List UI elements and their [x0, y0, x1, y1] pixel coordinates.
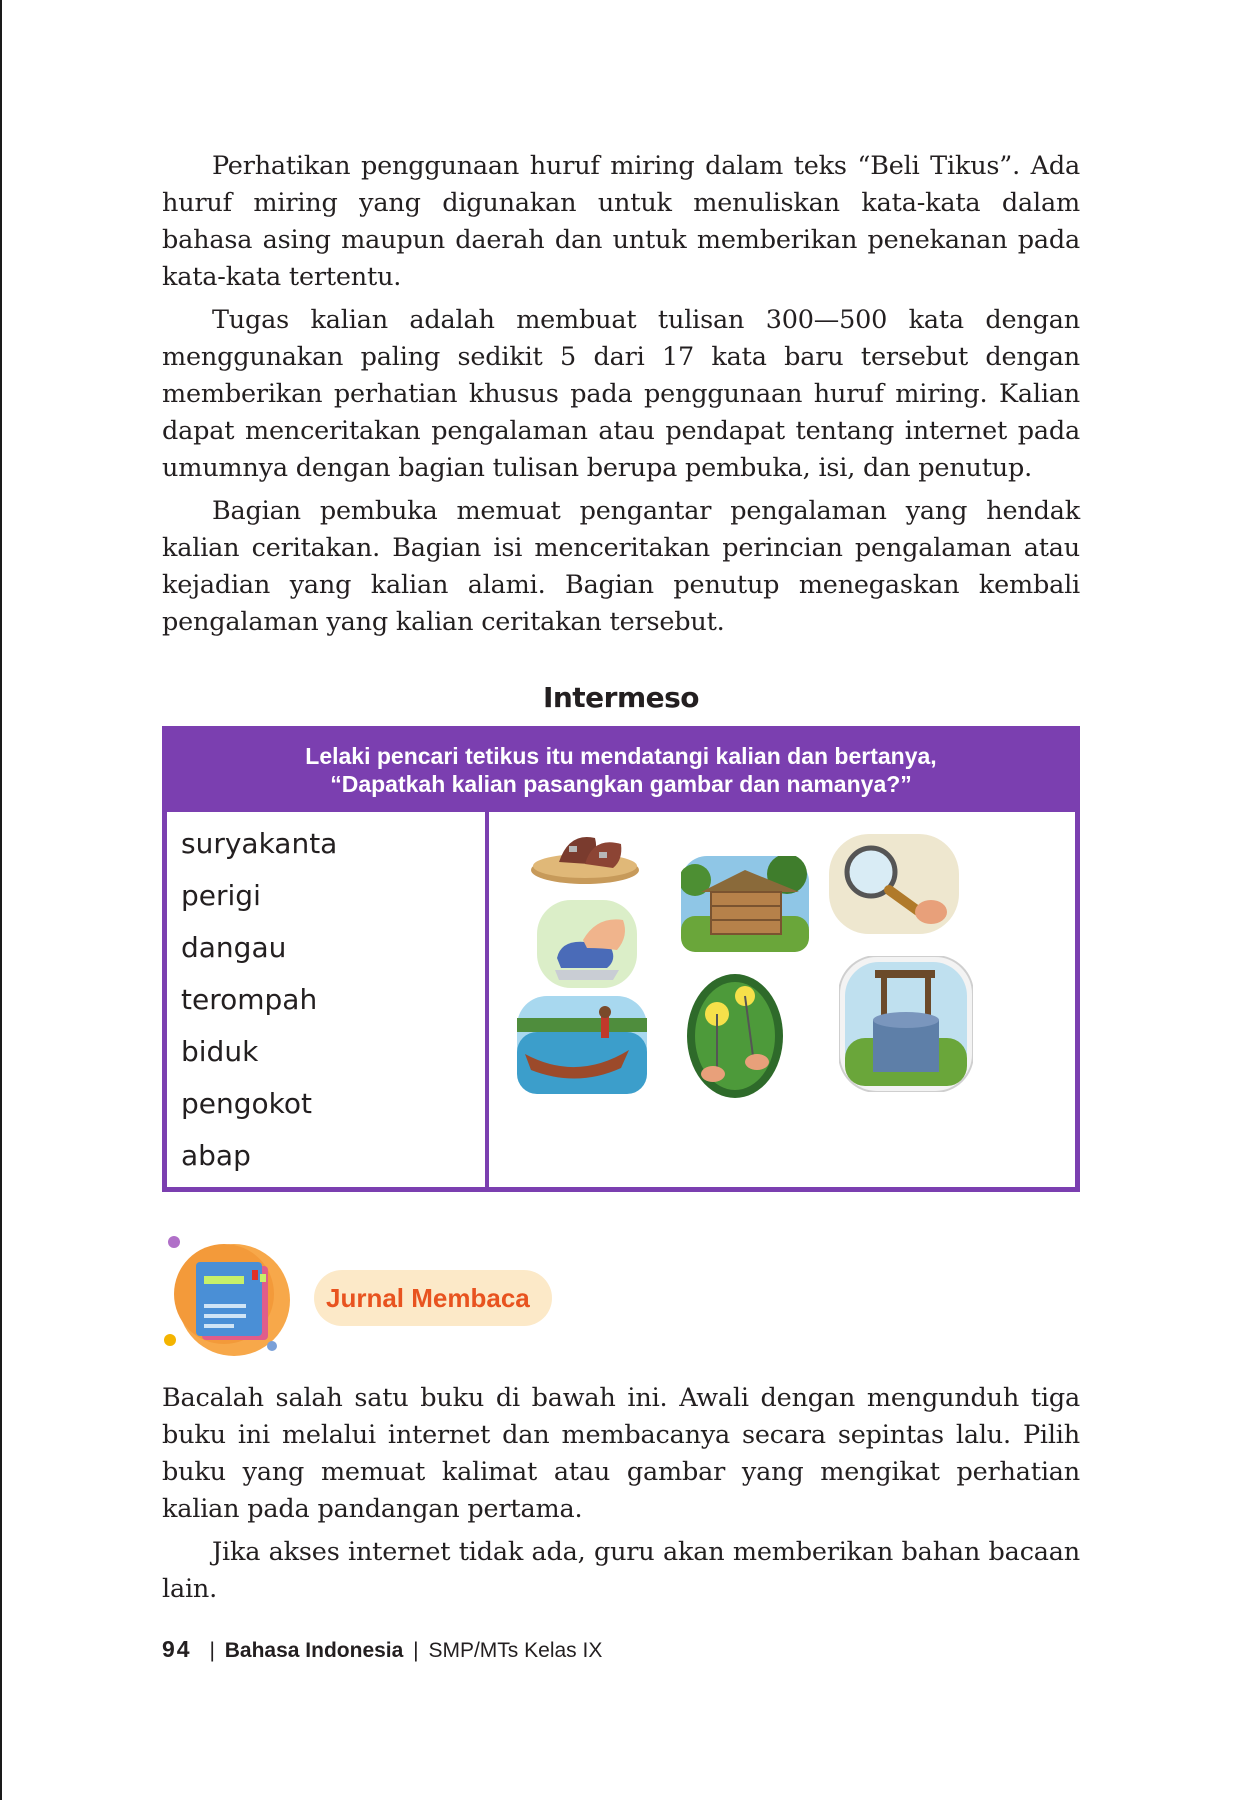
word-item: pengokot	[181, 1087, 312, 1120]
paragraph-3: Bagian pembuka memuat pengantar pengalam…	[162, 496, 1080, 637]
word-item: biduk	[181, 1035, 259, 1068]
page-content: Perhatikan penggunaan huruf miring dalam…	[162, 148, 1080, 1614]
sandal-picture	[531, 837, 639, 884]
jurnal-paragraph-2: Jika akses internet tidak ada, guru akan…	[162, 1537, 1080, 1604]
intermeso-box: Lelaki pencari tetikus itu mendatangi ka…	[162, 726, 1080, 1192]
jurnal-membaca-label: Jurnal Membaca	[314, 1270, 552, 1326]
intermeso-prompt-line-1: Lelaki pencari tetikus itu mendatangi ka…	[305, 743, 937, 769]
word-item: abap	[181, 1139, 251, 1172]
word-list: suryakanta perigi dangau terompah biduk …	[167, 812, 489, 1187]
paragraph-2: Tugas kalian adalah membuat tulisan 300—…	[162, 305, 1080, 483]
intermeso-prompt-line-2: “Dapatkah kalian pasangkan gambar dan na…	[330, 771, 912, 797]
word-item: perigi	[181, 879, 261, 912]
hut-picture	[681, 856, 809, 952]
sparkler-picture	[687, 974, 783, 1098]
footer-separator: |	[413, 1639, 419, 1662]
word-item: terompah	[181, 983, 318, 1016]
magnifier-picture	[829, 834, 959, 934]
intermeso-title: Intermeso	[542, 681, 700, 714]
page-edge-line	[0, 0, 2, 1800]
word-item: dangau	[181, 931, 287, 964]
page-footer: 94 | Bahasa Indonesia | SMP/MTs Kelas IX	[162, 1636, 602, 1663]
well-picture	[839, 956, 973, 1092]
jurnal-membaca-header: Jurnal Membaca	[162, 1230, 1080, 1380]
book-level: SMP/MTs Kelas IX	[428, 1639, 603, 1662]
paragraph-1: Perhatikan penggunaan huruf miring dalam…	[162, 151, 1080, 292]
word-item: suryakanta	[181, 827, 338, 860]
book-title: Bahasa Indonesia	[224, 1639, 404, 1662]
intermeso-prompt: Lelaki pencari tetikus itu mendatangi ka…	[167, 731, 1075, 812]
intermeso-body: suryakanta perigi dangau terompah biduk …	[167, 812, 1075, 1187]
book-icon	[164, 1236, 290, 1356]
page-number: 94	[162, 1636, 192, 1662]
jurnal-paragraph-1: Bacalah salah satu buku di bawah ini. Aw…	[162, 1383, 1080, 1524]
picture-area	[489, 812, 1075, 1187]
boat-picture	[517, 996, 647, 1094]
footer-separator: |	[209, 1639, 215, 1662]
stapler-picture	[537, 900, 637, 988]
